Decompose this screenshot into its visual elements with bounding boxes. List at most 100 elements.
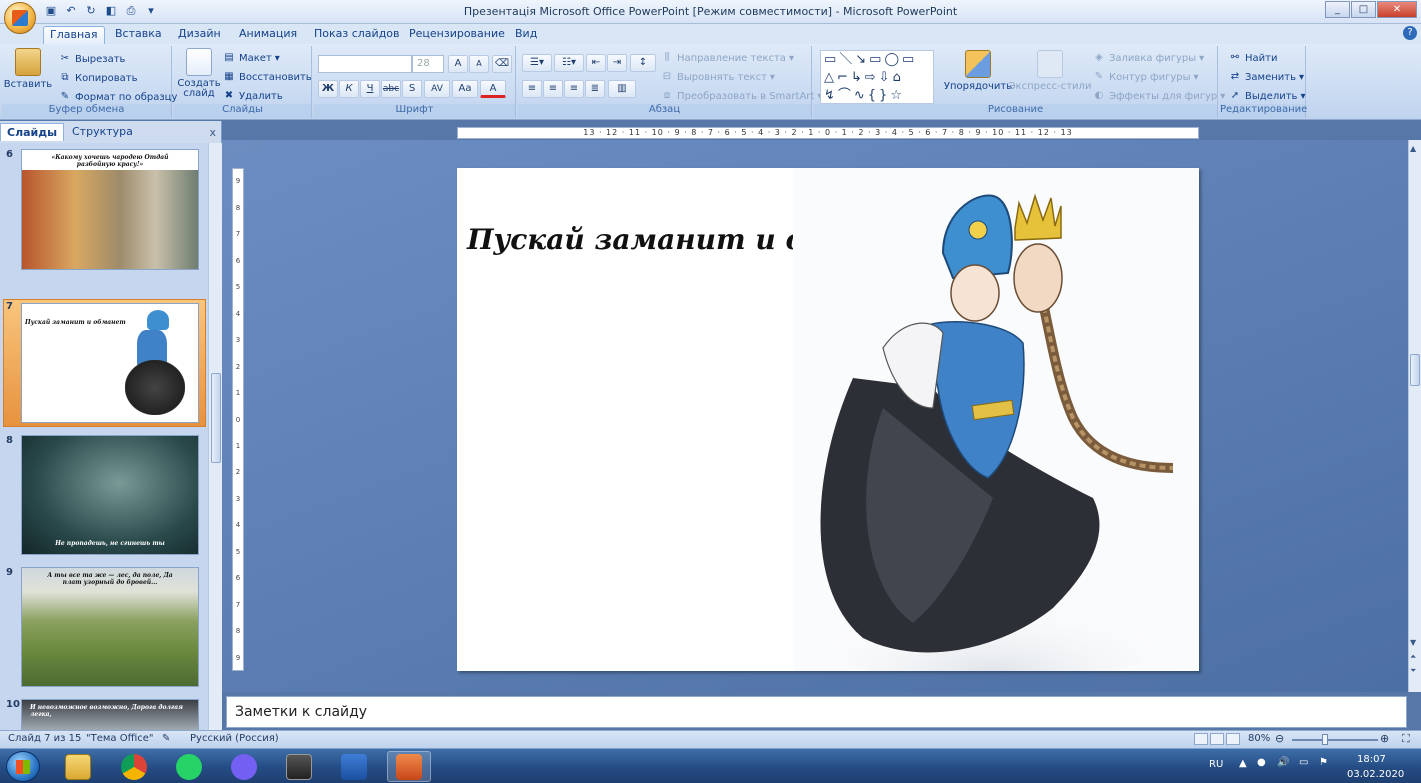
tab-view[interactable]: Вид: [509, 26, 543, 44]
horizontal-ruler[interactable]: 13 · 12 · 11 · 10 · 9 · 8 · 7 · 6 · 5 · …: [457, 127, 1199, 139]
slide-illustration[interactable]: [793, 168, 1199, 671]
panel-scrollbar[interactable]: [208, 143, 222, 730]
slide-thumbnail-9[interactable]: 9 А ты все та же — лес, да поле, Да плат…: [0, 565, 208, 689]
new-slide-button[interactable]: Создать слайд: [177, 48, 221, 99]
zoom-slider-handle[interactable]: [1322, 734, 1328, 745]
editor-scroll-thumb[interactable]: [1410, 354, 1420, 386]
input-language[interactable]: RU: [1209, 759, 1223, 770]
normal-view-button[interactable]: [1194, 733, 1208, 745]
show-hidden-icons-icon[interactable]: ▲: [1239, 758, 1247, 769]
slide-thumbnail-6[interactable]: 6 «Какому хочешь чародею Отдай разбойную…: [0, 147, 208, 271]
bullets-button[interactable]: ☰▾: [522, 54, 552, 72]
numbering-button[interactable]: ☷▾: [554, 54, 584, 72]
panel-scroll-thumb[interactable]: [211, 373, 221, 463]
increase-indent-button[interactable]: ⇥: [607, 54, 627, 72]
previous-slide-icon[interactable]: ⏶: [1410, 652, 1416, 662]
tab-insert[interactable]: Вставка: [109, 26, 168, 44]
tab-home[interactable]: Главная: [43, 26, 105, 44]
close-panel-button[interactable]: x: [209, 126, 216, 139]
action-center-flag-icon[interactable]: ⚑: [1319, 757, 1328, 768]
fit-to-window-icon[interactable]: ⛶: [1402, 732, 1410, 746]
spellcheck-icon[interactable]: ✎: [162, 733, 170, 744]
taskbar-viber[interactable]: [222, 751, 266, 782]
scroll-up-icon[interactable]: ▲: [1410, 144, 1416, 153]
smartart-button[interactable]: ⧈Преобразовать в SmartArt▾: [660, 89, 823, 103]
network-icon[interactable]: ▭: [1299, 757, 1308, 768]
shapes-gallery[interactable]: ▭＼↘▭◯▭ △⌐↳⇨⇩⌂ ↯⌒∿{}☆: [820, 50, 934, 104]
italic-button[interactable]: К: [339, 80, 359, 98]
align-left-button[interactable]: ≡: [522, 80, 542, 98]
text-direction-button[interactable]: ⫼ Направление текста ▾: [660, 51, 794, 65]
taskbar-chrome[interactable]: [112, 751, 156, 782]
taskbar-powerpoint[interactable]: [387, 751, 431, 782]
shrink-font-button[interactable]: A: [469, 55, 489, 73]
slide-thumbnail-8[interactable]: 8 Не пропадешь, не сгинешь ты: [0, 433, 208, 557]
taskbar-word[interactable]: [332, 751, 376, 782]
paste-button[interactable]: Вставить: [4, 48, 52, 90]
editor-scrollbar[interactable]: ▲ ▼ ⏶ ⏷: [1408, 140, 1421, 692]
clear-format-icon[interactable]: ⌫: [492, 55, 512, 73]
font-name-combo[interactable]: [318, 55, 412, 73]
tab-slides[interactable]: Слайды: [0, 123, 65, 141]
volume-icon[interactable]: 🔊: [1277, 757, 1289, 768]
start-button[interactable]: [6, 751, 40, 782]
zoom-slider[interactable]: [1292, 739, 1378, 741]
tab-design[interactable]: Дизайн: [172, 26, 227, 44]
taskbar-video-editor[interactable]: [277, 751, 321, 782]
clock-date[interactable]: 03.02.2020: [1347, 769, 1404, 780]
help-icon[interactable]: ?: [1403, 26, 1417, 40]
copy-button[interactable]: ⧉ Копировать: [58, 71, 137, 85]
change-case-button[interactable]: Aa: [452, 80, 478, 98]
layout-button[interactable]: ▤ Макет ▾: [222, 51, 280, 65]
font-color-button[interactable]: A: [480, 80, 506, 98]
replace-button[interactable]: ⇄ Заменить ▾: [1228, 70, 1304, 84]
format-painter-button[interactable]: ✎ Формат по образцу: [58, 90, 178, 104]
tab-slideshow[interactable]: Показ слайдов: [308, 26, 406, 44]
delete-slide-button[interactable]: ✖ Удалить: [222, 89, 283, 103]
align-center-button[interactable]: ≡: [543, 80, 563, 98]
slide-sorter-button[interactable]: [1210, 733, 1224, 745]
vertical-ruler[interactable]: 9 8 7 6 5 4 3 2 1 0 1 2 3 4 5 6 7 8 9: [232, 168, 244, 671]
maximize-button[interactable]: □: [1351, 1, 1376, 18]
slide-thumbnail-10[interactable]: 10 И невозможное возможно, Дорога долгая…: [0, 697, 208, 730]
tab-review[interactable]: Рецензирование: [403, 26, 511, 44]
font-size-combo[interactable]: 28: [412, 55, 444, 73]
bold-button[interactable]: Ж: [318, 80, 338, 98]
quick-styles-button[interactable]: Экспресс-стили: [1009, 50, 1091, 92]
scroll-down-icon[interactable]: ▼: [1410, 638, 1416, 647]
tab-outline[interactable]: Структура: [66, 123, 139, 141]
taskbar-explorer[interactable]: [56, 751, 100, 782]
arrange-button[interactable]: Упорядочить: [944, 50, 1012, 92]
reset-button[interactable]: ▦ Восстановить: [222, 70, 311, 84]
zoom-in-icon[interactable]: ⊕: [1380, 732, 1389, 745]
minimize-button[interactable]: _: [1325, 1, 1350, 18]
tab-animation[interactable]: Анимация: [233, 26, 303, 44]
align-text-button[interactable]: ⊟ Выровнять текст ▾: [660, 70, 775, 84]
grow-font-button[interactable]: A: [448, 55, 468, 73]
clock-time[interactable]: 18:07: [1357, 754, 1386, 765]
text-shadow-button[interactable]: S: [402, 80, 422, 98]
columns-button[interactable]: ▥: [608, 80, 636, 98]
select-button[interactable]: ➚ Выделить ▾: [1228, 89, 1306, 103]
shape-effects-button[interactable]: ◐ Эффекты для фигур ▾: [1092, 89, 1226, 103]
taskbar-whatsapp[interactable]: [167, 751, 211, 782]
language-indicator[interactable]: Русский (Россия): [190, 733, 279, 744]
slide-thumbnail-7[interactable]: 7 Пускай заманит и обманет: [0, 299, 208, 427]
next-slide-icon[interactable]: ⏷: [1410, 666, 1416, 676]
zoom-out-icon[interactable]: ⊖: [1275, 732, 1284, 745]
cut-button[interactable]: ✂ Вырезать: [58, 52, 126, 66]
align-right-button[interactable]: ≡: [564, 80, 584, 98]
line-spacing-button[interactable]: ↕: [630, 54, 656, 72]
close-button[interactable]: ✕: [1377, 1, 1417, 18]
justify-button[interactable]: ≣: [585, 80, 605, 98]
shape-fill-button[interactable]: ◈ Заливка фигуры ▾: [1092, 51, 1204, 65]
theme-name[interactable]: "Тема Office": [86, 733, 154, 744]
slideshow-button[interactable]: [1226, 733, 1240, 745]
find-button[interactable]: ⚯ Найти: [1228, 51, 1278, 65]
strikethrough-button[interactable]: abc: [381, 80, 401, 98]
office-button[interactable]: [4, 2, 36, 34]
char-spacing-button[interactable]: AV: [424, 80, 450, 98]
underline-button[interactable]: Ч: [360, 80, 380, 98]
current-slide[interactable]: Пускай заманит и обманет: [457, 168, 1199, 671]
security-icon[interactable]: ●: [1257, 757, 1266, 768]
